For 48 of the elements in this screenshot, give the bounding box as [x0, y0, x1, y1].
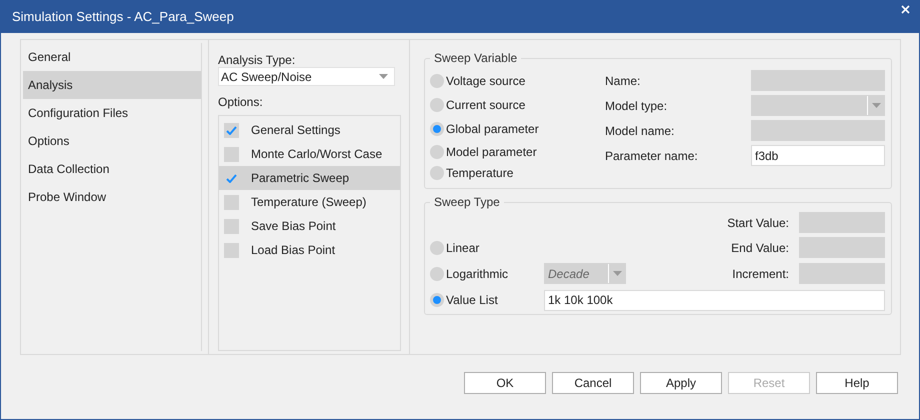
radio-option[interactable]: Logarithmic — [430, 262, 544, 286]
dialog-button[interactable]: Help — [816, 372, 898, 394]
sidebar-item[interactable]: Analysis — [23, 71, 201, 99]
radio-option[interactable]: Linear — [430, 236, 544, 260]
checkbox[interactable] — [224, 242, 239, 258]
option-item[interactable]: Parametric Sweep — [219, 166, 400, 190]
option-item[interactable]: Load Bias Point — [219, 238, 400, 262]
radio-option[interactable]: Temperature — [430, 163, 605, 183]
sidebar-item[interactable]: Configuration Files — [23, 99, 201, 127]
checkbox[interactable] — [224, 218, 239, 234]
group-title: Sweep Variable — [433, 51, 518, 65]
sidebar-item[interactable]: Probe Window — [23, 183, 201, 211]
field-label: Name: — [605, 74, 642, 88]
dialog-button[interactable]: Cancel — [552, 372, 634, 394]
caret-icon — [612, 271, 622, 276]
field-label: Model type: — [605, 98, 668, 112]
checkbox[interactable] — [224, 194, 239, 210]
option-item[interactable]: Save Bias Point — [219, 214, 400, 238]
caret-icon — [379, 74, 388, 79]
checkbox[interactable] — [224, 122, 239, 138]
checkbox[interactable] — [224, 146, 239, 162]
value-list-field[interactable]: 1k 10k 100k — [544, 290, 885, 310]
dialog-button[interactable]: OK — [464, 372, 546, 394]
caret-icon — [872, 103, 880, 108]
dialog-button[interactable]: Apply — [640, 372, 722, 394]
radio-option[interactable]: Global parameter — [430, 117, 605, 141]
option-item[interactable]: Monte Carlo/Worst Case — [219, 142, 400, 166]
radio-option[interactable]: Current source — [430, 93, 605, 117]
group-title: Sweep Type — [433, 195, 501, 209]
field-label: Start Value: — [727, 216, 790, 230]
options-label: Options: — [218, 96, 263, 109]
input-field[interactable]: f3db — [751, 145, 885, 166]
option-item[interactable]: Temperature (Sweep) — [219, 190, 400, 214]
field-label: Increment: — [732, 266, 790, 280]
analysis-type-label: Analysis Type: — [218, 54, 296, 67]
analysis-type-dropdown[interactable]: AC Sweep/Noise — [218, 67, 395, 86]
field-label: Parameter name: — [605, 148, 699, 162]
option-item[interactable]: General Settings — [219, 118, 400, 142]
sidebar-item[interactable]: Data Collection — [23, 155, 201, 183]
sidebar-item[interactable]: General — [23, 43, 201, 71]
field-label: Model name: — [605, 124, 676, 138]
close-icon[interactable] — [901, 5, 910, 14]
field-label: End Value: — [731, 240, 790, 254]
radio-option[interactable]: Voltage source — [430, 69, 605, 93]
radio-option[interactable]: Model parameter — [430, 141, 605, 163]
window-title: Simulation Settings - AC_Para_Sweep — [12, 9, 234, 24]
radio-option[interactable]: Value List — [430, 288, 544, 312]
sidebar-item[interactable]: Options — [23, 127, 201, 155]
